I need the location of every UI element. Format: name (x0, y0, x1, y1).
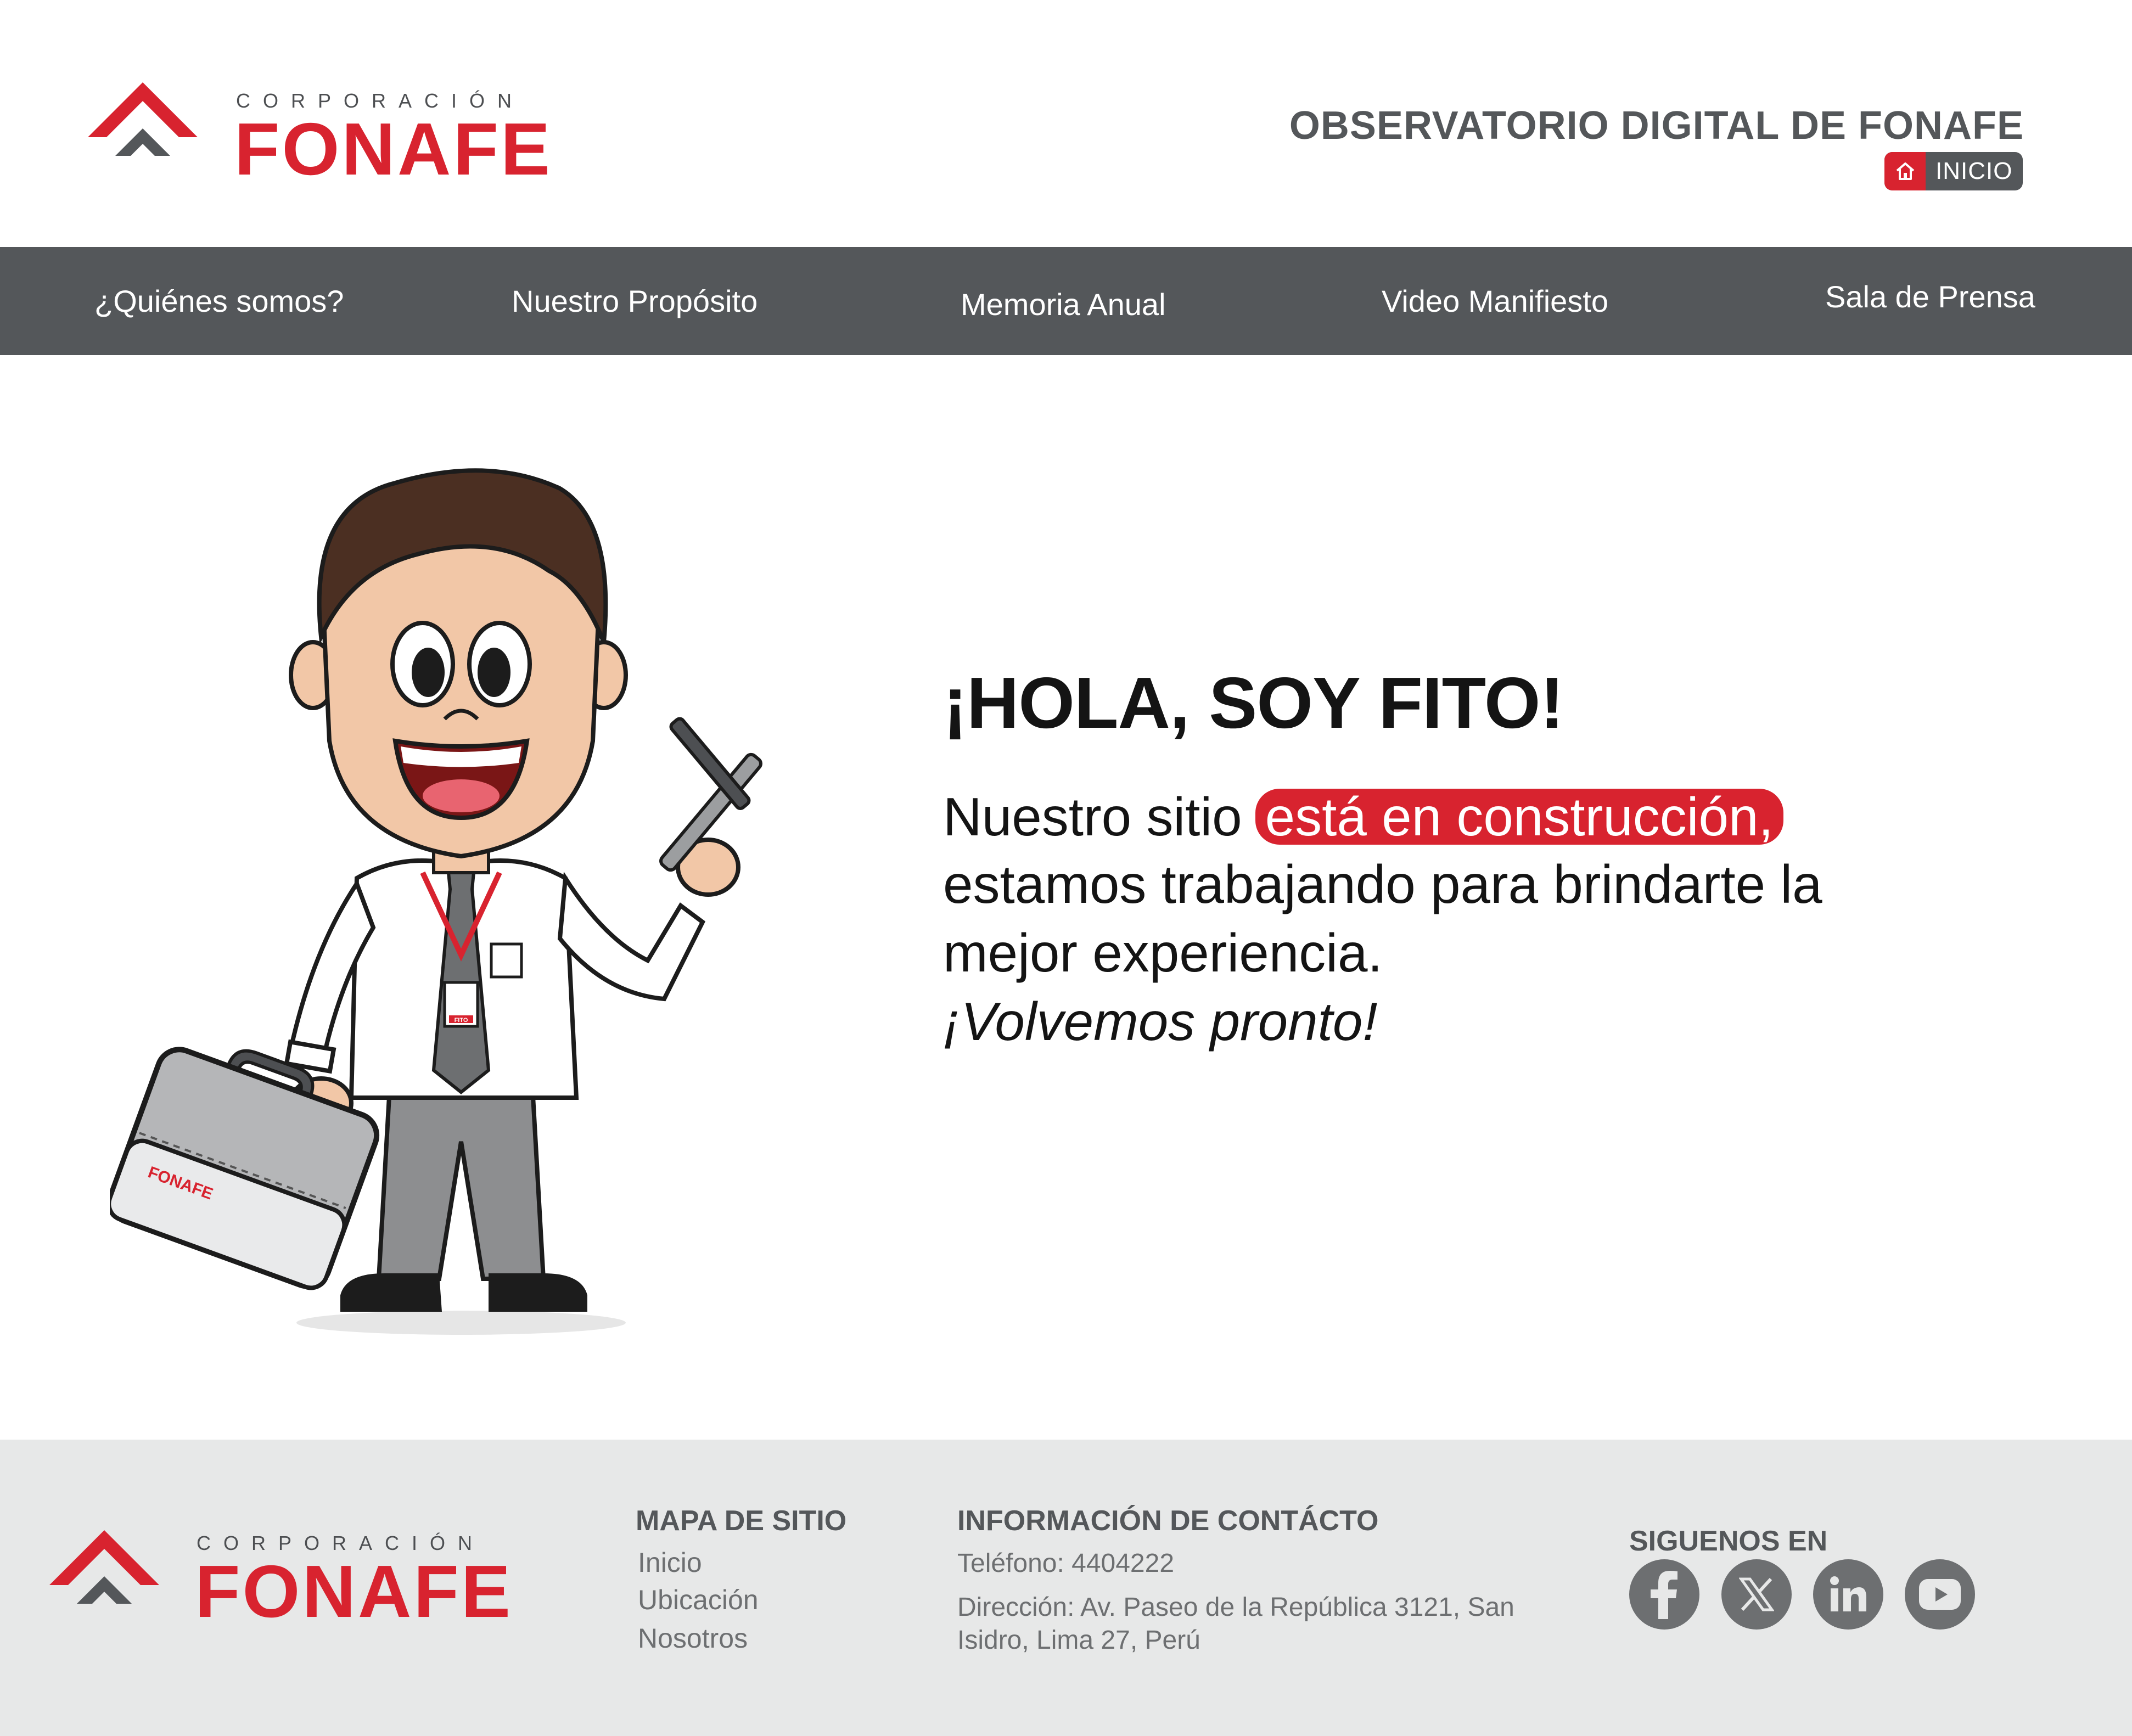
sitemap-link-inicio[interactable]: Inicio (638, 1547, 702, 1578)
home-button-label: INICIO (1935, 158, 2013, 184)
contact-address-line1: Dirección: Av. Paseo de la República 312… (957, 1593, 1514, 1622)
fonafe-logo-icon (49, 1530, 159, 1604)
sitemap-link-ubicacion[interactable]: Ubicación (638, 1584, 759, 1616)
main-nav: ¿Quiénes somos? Nuestro Propósito Memori… (0, 247, 2132, 355)
fonafe-logo-icon (88, 82, 198, 156)
linkedin-icon[interactable] (1813, 1559, 1883, 1630)
construction-highlight: está en construcción, (1255, 789, 1783, 845)
facebook-icon[interactable] (1629, 1559, 1699, 1630)
x-icon[interactable] (1721, 1559, 1792, 1630)
footer-logo-fonafe-text: FONAFE (195, 1550, 513, 1633)
nav-item-nuestro-proposito[interactable]: Nuestro Propósito (512, 283, 758, 319)
back-soon-text: ¡Volvemos pronto! (943, 991, 1378, 1052)
home-icon (1884, 152, 1926, 190)
sitemap-heading: MAPA DE SITIO (636, 1505, 847, 1537)
contact-address-line2: Isidro, Lima 27, Perú (957, 1626, 1200, 1655)
hero-title: ¡HOLA, SOY FITO! (943, 662, 1564, 743)
logo-fonafe-text: FONAFE (234, 108, 552, 190)
nav-item-video-manifiesto[interactable]: Video Manifiesto (1382, 283, 1608, 319)
line1-prefix: Nuestro sitio (943, 786, 1242, 847)
construction-line-3: mejor experiencia. (943, 923, 1383, 983)
contact-phone: Teléfono: 4404222 (957, 1549, 1175, 1578)
construction-line-1: Nuestro sitio está en construcción, (943, 786, 1783, 848)
site-footer: CORPORACIÓN FONAFE MAPA DE SITIO Inicio … (0, 1440, 2132, 1736)
contact-heading: INFORMACIÓN DE CONTÁCTO (957, 1505, 1379, 1537)
social-heading: SIGUENOS EN (1629, 1525, 1828, 1557)
youtube-icon[interactable] (1905, 1559, 1975, 1630)
nav-item-memoria-anual[interactable]: Memoria Anual (961, 286, 1166, 322)
site-title: OBSERVATORIO DIGITAL DE FONAFE (1289, 104, 2024, 148)
sitemap-link-nosotros[interactable]: Nosotros (638, 1622, 748, 1654)
home-button[interactable]: INICIO (1884, 152, 2023, 190)
fito-mascot-illustration: FITO FONAFE (110, 468, 762, 1335)
site-header: CORPORACIÓN FONAFE OBSERVATORIO DIGITAL … (0, 0, 2132, 247)
footer-logo[interactable]: CORPORACIÓN FONAFE (49, 1530, 571, 1633)
nav-item-quienes-somos[interactable]: ¿Quiénes somos? (94, 283, 344, 319)
header-logo[interactable]: CORPORACIÓN FONAFE (88, 82, 609, 188)
nav-item-sala-de-prensa[interactable]: Sala de Prensa (1825, 279, 2035, 314)
badge-text: FITO (455, 1017, 468, 1024)
construction-line-2: estamos trabajando para brindarte la (943, 854, 1822, 914)
